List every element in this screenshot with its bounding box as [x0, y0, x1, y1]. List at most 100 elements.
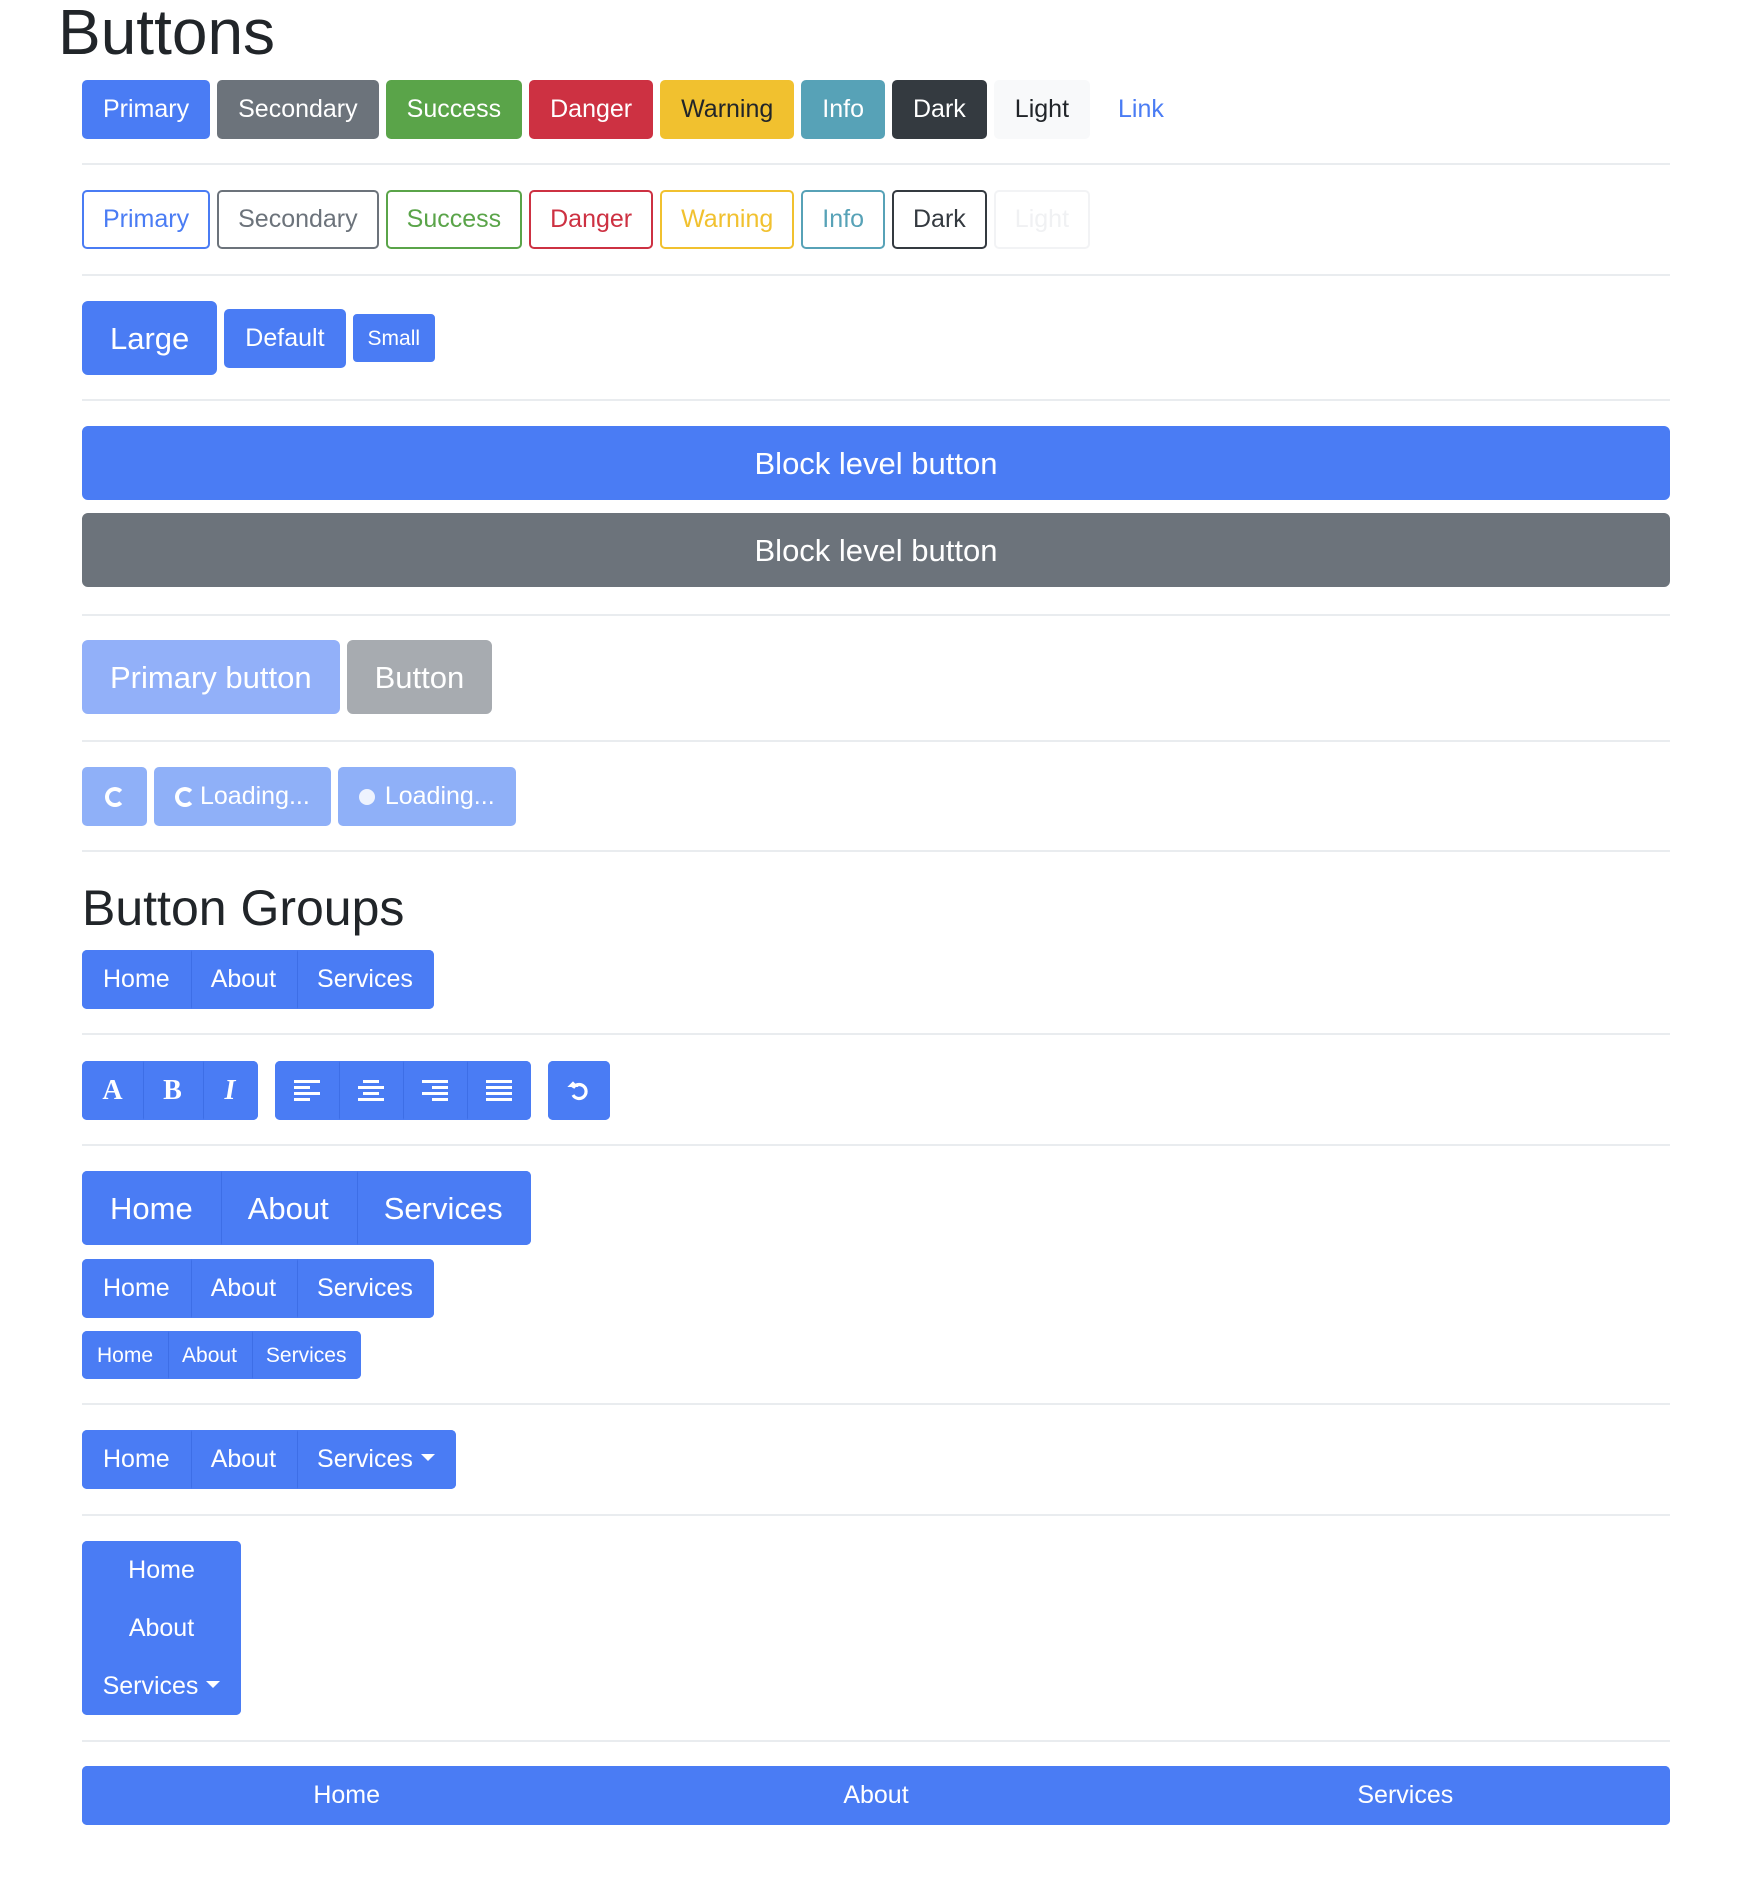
outline-warning-button[interactable]: Warning: [660, 190, 795, 249]
spinner-button: [82, 767, 147, 826]
services-dropdown-button[interactable]: Services: [297, 1430, 456, 1489]
dropdown-label: Services: [102, 1671, 199, 1700]
dark-button[interactable]: Dark: [892, 80, 987, 139]
section-title: Button Groups: [82, 880, 405, 936]
divider: [82, 850, 1670, 852]
danger-button[interactable]: Danger: [529, 80, 654, 139]
dropdown-label: Services: [317, 1445, 413, 1473]
divider: [82, 274, 1670, 276]
loading-buttons-row: Loading... Loading...: [82, 767, 523, 826]
undo-icon: [567, 1080, 588, 1100]
align-left-button[interactable]: [275, 1061, 339, 1120]
loading-label: Loading...: [384, 782, 495, 810]
info-button[interactable]: Info: [801, 80, 885, 139]
secondary-button[interactable]: Secondary: [217, 80, 379, 139]
loading-grow-button: Loading...: [337, 767, 516, 826]
spinner-icon: [175, 786, 195, 807]
home-button[interactable]: Home: [82, 1331, 169, 1379]
page-title: Buttons: [58, 0, 276, 68]
align-center-button[interactable]: [339, 1061, 403, 1120]
loading-label: Loading...: [200, 782, 310, 810]
about-button[interactable]: About: [220, 1171, 357, 1245]
divider: [82, 163, 1670, 165]
toolbar-row: A B I: [82, 1061, 627, 1120]
caret-down-icon: [420, 1454, 435, 1461]
block-primary-button[interactable]: Block level button: [82, 426, 1670, 500]
large-button-group: Home About Services: [82, 1171, 531, 1245]
link-button[interactable]: Link: [1097, 80, 1185, 139]
disabled-buttons-row: Primary button Button: [82, 640, 499, 714]
large-group-row: Home About Services: [82, 1171, 548, 1245]
services-button[interactable]: Services: [297, 950, 434, 1009]
about-button[interactable]: About: [611, 1766, 1141, 1825]
italic-button[interactable]: I: [203, 1061, 258, 1120]
light-button[interactable]: Light: [993, 80, 1091, 139]
solid-buttons-row: Primary Secondary Success Danger Warning…: [82, 80, 1192, 139]
divider: [82, 1144, 1670, 1146]
services-button[interactable]: Services: [1140, 1766, 1670, 1825]
align-right-icon: [421, 1079, 448, 1101]
about-button[interactable]: About: [82, 1599, 241, 1657]
home-button[interactable]: Home: [82, 1541, 241, 1599]
small-group-row: Home About Services: [82, 1331, 378, 1379]
divider: [82, 1740, 1670, 1742]
home-button[interactable]: Home: [82, 950, 191, 1009]
services-button[interactable]: Services: [251, 1331, 362, 1379]
default-button-group: Home About Services: [82, 1259, 434, 1318]
nav-group-row: Home About Services: [82, 950, 451, 1009]
caret-down-icon: [206, 1680, 221, 1688]
services-button[interactable]: Services: [297, 1259, 434, 1318]
size-buttons-row: Large Default Small: [82, 301, 442, 375]
about-button[interactable]: About: [190, 1430, 298, 1489]
align-left-icon: [294, 1079, 320, 1101]
large-button[interactable]: Large: [82, 301, 218, 375]
home-button[interactable]: Home: [82, 1259, 191, 1318]
align-justify-button[interactable]: [467, 1061, 531, 1120]
divider: [82, 614, 1670, 616]
about-button[interactable]: About: [190, 950, 298, 1009]
about-button[interactable]: About: [168, 1331, 252, 1379]
align-group: [275, 1061, 531, 1120]
vertical-button-group: Home About Services: [82, 1541, 241, 1715]
default-group-row: Home About Services: [82, 1259, 451, 1318]
warning-button[interactable]: Warning: [660, 80, 795, 139]
bold-button[interactable]: B: [143, 1061, 203, 1120]
outline-buttons-row: Primary Secondary Success Danger Warning…: [82, 190, 1097, 249]
align-center-icon: [357, 1079, 384, 1101]
home-button[interactable]: Home: [82, 1430, 191, 1489]
divider: [82, 399, 1670, 401]
disabled-primary-button: Primary button: [82, 640, 340, 714]
nav-button-group: Home About Services: [82, 950, 434, 1009]
divider: [82, 740, 1670, 742]
align-right-button[interactable]: [403, 1061, 467, 1120]
home-button[interactable]: Home: [82, 1171, 221, 1245]
undo-group: [548, 1061, 610, 1120]
services-button[interactable]: Services: [356, 1171, 531, 1245]
dropdown-button-group: Home About Services: [82, 1430, 456, 1489]
dropdown-group-row: Home About Services: [82, 1430, 473, 1489]
about-button[interactable]: About: [190, 1259, 298, 1318]
outline-info-button[interactable]: Info: [801, 190, 885, 249]
block-secondary-button[interactable]: Block level button: [82, 513, 1670, 587]
primary-button[interactable]: Primary: [82, 80, 211, 139]
small-button[interactable]: Small: [352, 314, 436, 362]
font-button[interactable]: A: [82, 1061, 143, 1120]
success-button[interactable]: Success: [385, 80, 523, 139]
outline-success-button[interactable]: Success: [385, 190, 523, 249]
outline-secondary-button[interactable]: Secondary: [217, 190, 379, 249]
grow-spinner-icon: [358, 788, 375, 805]
small-button-group: Home About Services: [82, 1331, 362, 1379]
undo-button[interactable]: [548, 1061, 610, 1120]
page: Buttons Primary Secondary Success Danger…: [0, 0, 1753, 1882]
divider: [82, 1033, 1670, 1035]
default-button[interactable]: Default: [224, 308, 346, 368]
divider: [82, 1403, 1670, 1405]
divider: [82, 1514, 1670, 1516]
outline-light-button[interactable]: Light: [993, 190, 1091, 249]
outline-primary-button[interactable]: Primary: [82, 190, 211, 249]
outline-dark-button[interactable]: Dark: [892, 190, 987, 249]
outline-danger-button[interactable]: Danger: [529, 190, 654, 249]
justified-button-group: Home About Services: [82, 1766, 1670, 1825]
home-button[interactable]: Home: [82, 1766, 612, 1825]
services-dropdown-button[interactable]: Services: [82, 1657, 241, 1715]
